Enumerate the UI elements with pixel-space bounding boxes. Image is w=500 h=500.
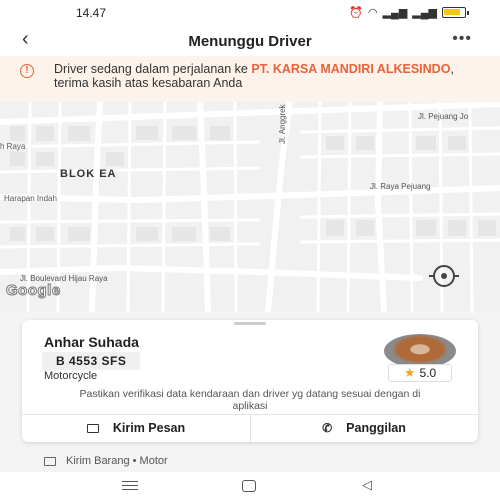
more-options-icon[interactable]: ••• [452, 30, 472, 48]
star-icon: ★ [403, 365, 416, 380]
drag-handle[interactable] [234, 322, 266, 325]
home-icon[interactable] [242, 480, 256, 492]
service-row: Kirim Barang • Motor [44, 455, 168, 467]
driver-name: Anhar Suhada [44, 334, 139, 350]
nav-back-icon[interactable]: ◁ [362, 477, 372, 493]
wifi-icon: ◠ [367, 7, 378, 19]
driver-avatar [384, 334, 456, 368]
send-message-label: Kirim Pesan [112, 421, 186, 435]
call-button[interactable]: ✆ Panggilan [250, 414, 478, 442]
map-label-harapan-indah: Harapan Indah [4, 194, 57, 203]
signal-icon: ▂▄▆ [382, 7, 408, 19]
signal-icon: ▂▄▆ [412, 7, 437, 19]
banner-text: Driver sedang dalam perjalanan ke PT. KA… [54, 62, 474, 90]
driver-rating: ★ 5.0 [388, 364, 452, 382]
system-nav-bar: ◁ [0, 472, 500, 500]
map-label-anggrek: Jl. Anggrek 2 [278, 102, 287, 144]
info-banner: ! Driver sedang dalam perjalanan ke PT. … [0, 56, 500, 102]
call-label: Panggilan [346, 421, 406, 435]
battery-icon [442, 7, 469, 18]
license-plate: B 4553 SFS [42, 352, 141, 370]
map-label-pejuang: Jl. Pejuang Jo [418, 112, 469, 121]
status-bar: 14.47 ⏰ ◠ ▂▄▆ ▂▄▆ [0, 0, 500, 26]
map-view[interactable]: Jl. Pejuang Jo Jl. Anggrek 2 h Raya BLOK… [0, 102, 500, 312]
page-title: Menunggu Driver [188, 33, 312, 50]
driver-card: Anhar Suhada B 4553 SFS Motorcycle ★ 5.0… [22, 320, 478, 442]
service-label: Kirim Barang • Motor [66, 455, 168, 467]
status-time: 14.47 [76, 6, 107, 20]
info-icon: ! [20, 64, 34, 78]
rating-value: 5.0 [419, 366, 437, 380]
alarm-icon: ⏰ [349, 7, 363, 19]
status-icons: ⏰ ◠ ▂▄▆ ▂▄▆ [349, 6, 469, 19]
header: ‹ Menunggu Driver ••• [0, 26, 500, 56]
map-label-raya: h Raya [0, 142, 26, 151]
banner-destination: PT. KARSA MANDIRI ALKESINDO [251, 62, 451, 76]
vehicle-type: Motorcycle [44, 370, 98, 382]
map-label-raya-pejuang: Jl. Raya Pejuang [370, 182, 431, 191]
verification-notice: Pastikan verifikasi data kendaraan dan d… [79, 388, 421, 412]
chat-icon [86, 423, 99, 433]
map-label-blok-ea: BLOK EA [60, 168, 117, 180]
package-icon [44, 456, 56, 466]
recent-apps-icon[interactable] [122, 481, 138, 490]
banner-text-before: Driver sedang dalam perjalanan ke [54, 62, 252, 76]
send-message-button[interactable]: Kirim Pesan [22, 414, 250, 442]
locate-me-icon[interactable] [429, 265, 459, 287]
google-logo: Google [6, 282, 61, 300]
phone-icon: ✆ [322, 421, 333, 435]
